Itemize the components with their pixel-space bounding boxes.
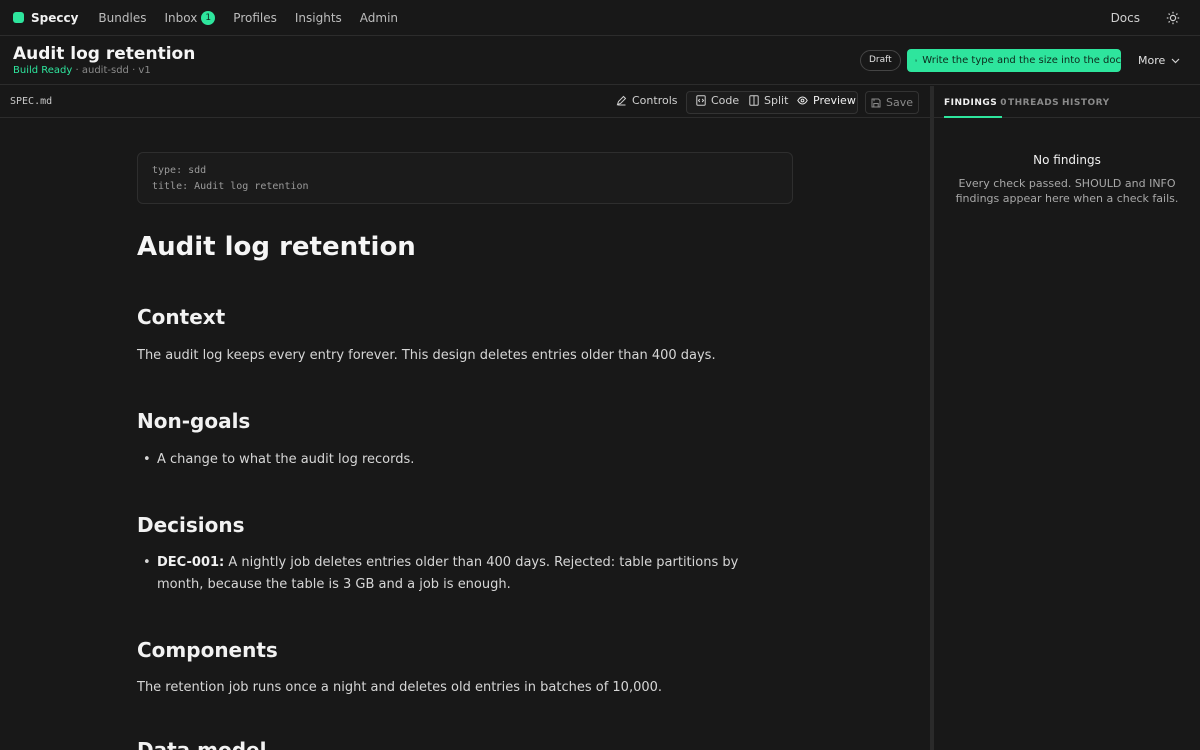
document-preview: type: sdd title: Audit log retention Aud… [0, 119, 930, 750]
save-icon [871, 98, 881, 107]
draft-badge: Draft [860, 50, 901, 71]
bullet-marker: • [143, 555, 151, 570]
doc-title: Audit log retention [137, 232, 416, 262]
section-heading-nongoals: Non-goals [137, 409, 251, 433]
controls-button[interactable]: Controls [616, 94, 678, 107]
active-tab-indicator [944, 116, 1002, 118]
brand-name: Speccy [31, 10, 79, 25]
code-view-button[interactable]: Code [696, 94, 739, 107]
nav-item-inbox[interactable]: Inbox 1 [164, 10, 216, 25]
eye-icon [797, 96, 808, 105]
document-icon [915, 59, 917, 62]
split-icon [749, 95, 759, 106]
tab-findings-label: FINDINGS [944, 98, 998, 108]
decision-id: DEC-001: [157, 555, 225, 570]
write-type-size-button[interactable]: Write the type and the size into the doc [907, 49, 1121, 72]
sun-icon[interactable] [1166, 11, 1180, 25]
nav-item-profiles[interactable]: Profiles [233, 11, 277, 25]
frontmatter-block: type: sdd title: Audit log retention [137, 152, 793, 204]
nongoals-item: A change to what the audit log records. [157, 452, 415, 467]
chevron-down-icon [1171, 58, 1180, 63]
tab-threads[interactable]: THREADS [1008, 98, 1059, 108]
page-subtitle: Build Ready · audit-sdd · v1 [13, 65, 151, 76]
page-title: Audit log retention [13, 44, 196, 64]
file-name: SPEC.md [10, 96, 53, 107]
controls-label: Controls [632, 94, 678, 107]
split-view-button[interactable]: Split [749, 94, 788, 107]
docs-link[interactable]: Docs [1111, 11, 1140, 25]
section-heading-data-model: Data model [137, 738, 267, 750]
section-heading-components: Components [137, 638, 278, 662]
section-heading-context: Context [137, 305, 226, 329]
split-label: Split [764, 94, 789, 107]
decision-item: DEC-001: A nightly job deletes entries o… [157, 552, 777, 596]
page-header: Audit log retention Build Ready · audit-… [0, 37, 1200, 85]
tab-history[interactable]: HISTORY [1062, 98, 1110, 108]
empty-state-description: Every check passed. SHOULD and INFO find… [955, 177, 1179, 205]
nav-item-inbox-label: Inbox [164, 10, 198, 25]
tab-findings[interactable]: FINDINGS 0 [944, 98, 1007, 108]
nav-item-admin[interactable]: Admin [360, 11, 398, 25]
frontmatter-line: title: Audit log retention [152, 181, 309, 192]
preview-view-button[interactable]: Preview [797, 94, 856, 107]
empty-state-title: No findings [1033, 153, 1101, 167]
code-icon [696, 95, 706, 106]
save-button[interactable]: Save [865, 91, 919, 114]
pane-resize-handle[interactable] [930, 86, 934, 750]
top-nav: Speccy Bundles Inbox 1 Profiles Insights… [0, 0, 1200, 36]
write-type-size-label: Write the type and the size into the doc [922, 55, 1121, 66]
nav-items: Bundles Inbox 1 Profiles Insights Admin [98, 10, 416, 25]
code-label: Code [711, 94, 740, 107]
save-label: Save [885, 96, 913, 109]
brand-logo-icon [13, 12, 24, 23]
nav-item-bundles[interactable]: Bundles [98, 11, 146, 25]
decision-text: A nightly job deletes entries older than… [157, 555, 739, 592]
more-button[interactable]: More [1138, 54, 1180, 67]
more-label: More [1138, 54, 1166, 67]
nav-right: Docs [1111, 0, 1180, 36]
inbox-count-badge: 1 [201, 10, 216, 25]
frontmatter-line: type: sdd [152, 165, 207, 176]
pencil-icon [616, 95, 627, 106]
bullet-marker: • [143, 452, 151, 467]
editor-toolbar: SPEC.md Controls Code Split Preview Save [0, 86, 930, 118]
brand[interactable]: Speccy [13, 11, 78, 25]
section-heading-decisions: Decisions [137, 513, 245, 537]
context-text: The audit log keeps every entry forever.… [137, 348, 716, 363]
components-text: The retention job runs once a night and … [137, 680, 663, 695]
findings-count: 0 [1000, 98, 1008, 108]
page-meta: · audit-sdd · v1 [75, 65, 151, 76]
findings-panel-tabs: FINDINGS 0 THREADS HISTORY [934, 86, 1200, 118]
build-status: Build Ready [13, 65, 73, 76]
preview-label: Preview [813, 94, 856, 107]
nav-item-insights[interactable]: Insights [295, 11, 342, 25]
